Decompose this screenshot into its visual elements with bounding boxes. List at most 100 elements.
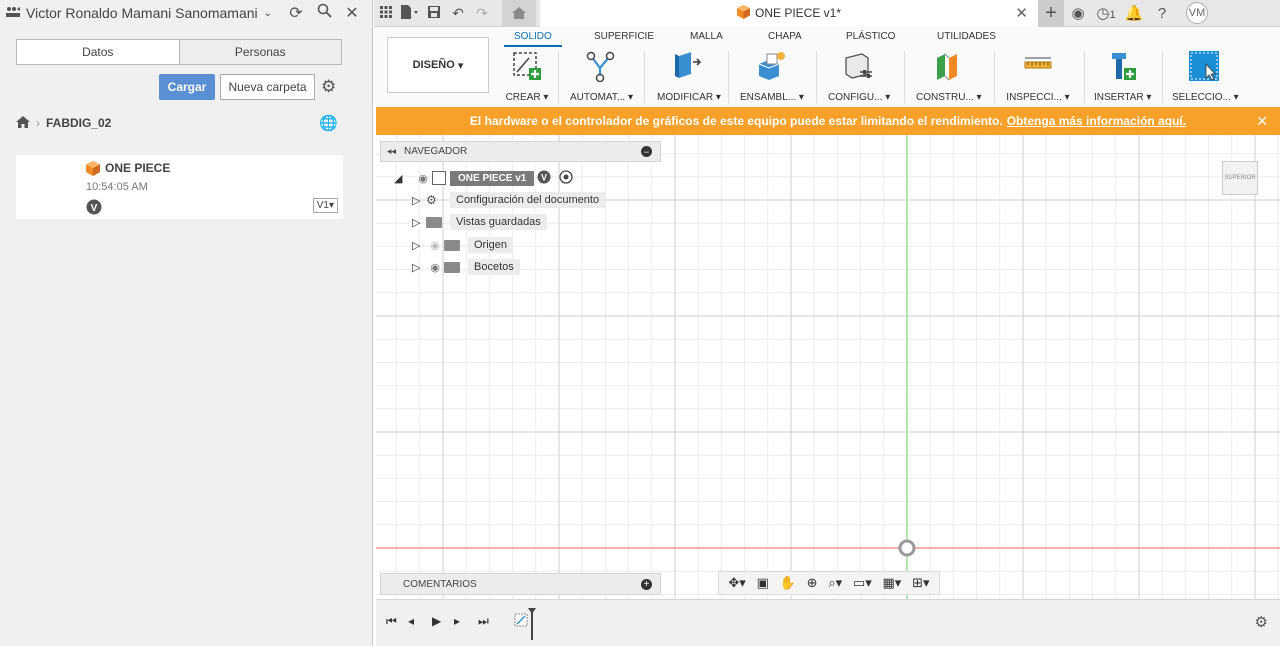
tab-datos[interactable]: Datos [17, 40, 180, 64]
expand-triangle-icon[interactable]: ▷ [412, 194, 426, 207]
timeline-settings-gear-icon[interactable]: ⚙ [1255, 613, 1268, 631]
home-icon[interactable] [16, 115, 30, 131]
toolbar-ribbon: DISEÑO ▾ SOLIDO SUPERFICIE MALLA CHAPA P… [374, 27, 1280, 107]
design-canvas[interactable]: ◂◂ NAVEGADOR − ◢ ◉ ONE PIECE v1 V ▷ ⚙ Co… [376, 135, 1280, 599]
tab-personas[interactable]: Personas [179, 40, 341, 64]
close-tab-icon[interactable]: ✕ [1015, 4, 1028, 22]
eye-hidden-icon[interactable]: ◉ [426, 239, 444, 252]
automate-tool[interactable]: AUTOMAT... ▾ [570, 50, 633, 103]
workspace-switcher[interactable]: DISEÑO ▾ [387, 37, 489, 93]
expand-triangle-icon[interactable]: ▷ [412, 239, 426, 252]
go-to-end-icon[interactable]: ⏭ [478, 614, 489, 629]
eye-visibility-icon[interactable]: ◉ [426, 261, 444, 274]
configure-tool[interactable]: CONFIGU... ▾ [828, 50, 890, 103]
tab-chapa[interactable]: CHAPA [768, 31, 802, 42]
document-tab[interactable]: ONE PIECE v1* ✕ [540, 0, 1038, 27]
grid-settings-icon[interactable]: ▦▾ [883, 575, 902, 591]
add-comment-icon[interactable]: + [641, 578, 652, 590]
select-tool[interactable]: SELECCIO... ▾ [1172, 50, 1239, 103]
extensions-icon[interactable]: ◉ [1064, 4, 1092, 22]
browser-item-origin[interactable]: ▷ ◉ Origen [412, 236, 514, 254]
undo-icon[interactable]: ↶ [446, 5, 470, 22]
browser-item-sketches[interactable]: ▷ ◉ Bocetos [412, 258, 520, 276]
look-at-icon[interactable]: ▣ [757, 575, 769, 591]
browser-item-saved-views[interactable]: ▷ Vistas guardadas [412, 213, 547, 231]
modify-tool[interactable]: MODIFICAR ▾ [657, 50, 721, 103]
timeline-sketch-marker-icon[interactable] [514, 608, 538, 645]
expand-triangle-icon[interactable]: ▷ [412, 261, 426, 274]
gear-icon[interactable]: ⚙ [321, 77, 336, 97]
eye-visibility-icon[interactable]: ◉ [414, 172, 432, 185]
orbit-icon[interactable]: ✥▾ [728, 575, 745, 591]
browser-root-row[interactable]: ◢ ◉ ONE PIECE v1 V [394, 169, 574, 187]
refresh-icon[interactable]: ⟳ [282, 3, 310, 23]
version-value: V1 [316, 200, 329, 211]
save-icon[interactable] [422, 5, 446, 21]
insert-icon [1106, 50, 1138, 82]
ribbon-divider [728, 51, 729, 103]
data-panel-header: Victor Ronaldo Mamani Sanomamani ⌄ ⟳ ✕ [0, 0, 372, 26]
tab-utilidades[interactable]: UTILIDADES [937, 31, 996, 42]
chevron-right-icon: › [36, 116, 40, 130]
zoom-icon[interactable]: ⊕ [807, 575, 818, 591]
configure-label: CONFIGU... [828, 92, 883, 103]
tab-solido[interactable]: SOLIDO [504, 31, 562, 47]
tab-malla[interactable]: MALLA [690, 31, 723, 42]
pan-hand-icon[interactable]: ✋ [780, 575, 796, 591]
activate-radio-icon[interactable] [559, 169, 574, 187]
redo-icon[interactable]: ↷ [470, 5, 494, 22]
create-tool[interactable]: CREAR ▾ [504, 50, 550, 103]
folder-icon [444, 239, 460, 251]
root-component-name[interactable]: ONE PIECE v1 [450, 170, 535, 186]
play-icon[interactable]: ▶ [432, 614, 441, 628]
view-cube[interactable]: SUPERIOR [1222, 161, 1258, 195]
inspect-tool[interactable]: INSPECCI... ▾ [1006, 50, 1070, 103]
collapse-arrows-icon[interactable]: ◂◂ [387, 146, 396, 157]
breadcrumb-project[interactable]: FABDIG_02 [46, 116, 111, 130]
zoom-window-icon[interactable]: ⌕▾ [828, 575, 842, 591]
tab-plastico[interactable]: PLÁSTICO [846, 31, 895, 42]
user-name[interactable]: Victor Ronaldo Mamani Sanomamani [26, 5, 258, 21]
browser-item-config[interactable]: ▷ ⚙ Configuración del documento [412, 191, 606, 209]
search-icon[interactable] [310, 3, 338, 23]
close-banner-icon[interactable]: ✕ [1256, 113, 1268, 130]
assemble-tool[interactable]: ENSAMBL... ▾ [740, 50, 804, 103]
job-status-icon[interactable]: ◷1 [1092, 4, 1120, 22]
svg-text:V: V [541, 172, 547, 182]
comments-panel: COMENTARIOS + [380, 573, 661, 595]
display-settings-icon[interactable]: ▭▾ [853, 575, 872, 591]
insert-tool[interactable]: INSERTAR ▾ [1094, 50, 1151, 103]
warning-link[interactable]: Obtenga más información aquí. [1007, 114, 1186, 128]
step-forward-icon[interactable]: ▸ [454, 614, 460, 628]
gear-icon: ⚙ [426, 193, 437, 207]
chevron-down-icon[interactable]: ⌄ [264, 8, 272, 19]
globe-icon[interactable]: 🌐 [319, 114, 338, 132]
construct-tool[interactable]: CONSTRU... ▾ [916, 50, 982, 103]
avatar[interactable]: VM [1186, 2, 1208, 24]
measure-ruler-icon [1022, 50, 1054, 82]
browser-item-label: Vistas guardadas [450, 214, 547, 230]
collapse-triangle-icon[interactable]: ◢ [394, 172, 414, 185]
new-tab-plus-icon[interactable]: + [1038, 0, 1064, 27]
tab-superficie[interactable]: SUPERFICIE [594, 31, 654, 42]
file-card[interactable]: ONE PIECE 10:54:05 AM V V1▾ [16, 155, 343, 219]
viewports-icon[interactable]: ⊞▾ [912, 575, 929, 591]
upload-button[interactable]: Cargar [159, 74, 215, 100]
go-to-start-icon[interactable]: ⏮ [386, 614, 397, 629]
apps-grid-icon[interactable] [6, 5, 21, 21]
folder-icon [444, 261, 460, 273]
app-grid-icon[interactable] [374, 5, 398, 21]
version-select[interactable]: V1▾ [312, 198, 338, 213]
home-tab[interactable] [502, 0, 536, 27]
file-menu-icon[interactable] [398, 4, 422, 22]
origin-point[interactable] [898, 539, 916, 557]
new-folder-button[interactable]: Nueva carpeta [220, 74, 315, 100]
minimize-icon[interactable]: − [641, 146, 652, 157]
step-back-icon[interactable]: ◂ [408, 614, 414, 628]
close-panel-icon[interactable]: ✕ [338, 3, 366, 23]
notifications-bell-icon[interactable]: 🔔 [1120, 4, 1148, 22]
browser-item-label: Bocetos [468, 259, 520, 275]
help-icon[interactable]: ? [1148, 5, 1176, 22]
select-label: SELECCIO... [1172, 92, 1231, 103]
expand-triangle-icon[interactable]: ▷ [412, 216, 426, 229]
